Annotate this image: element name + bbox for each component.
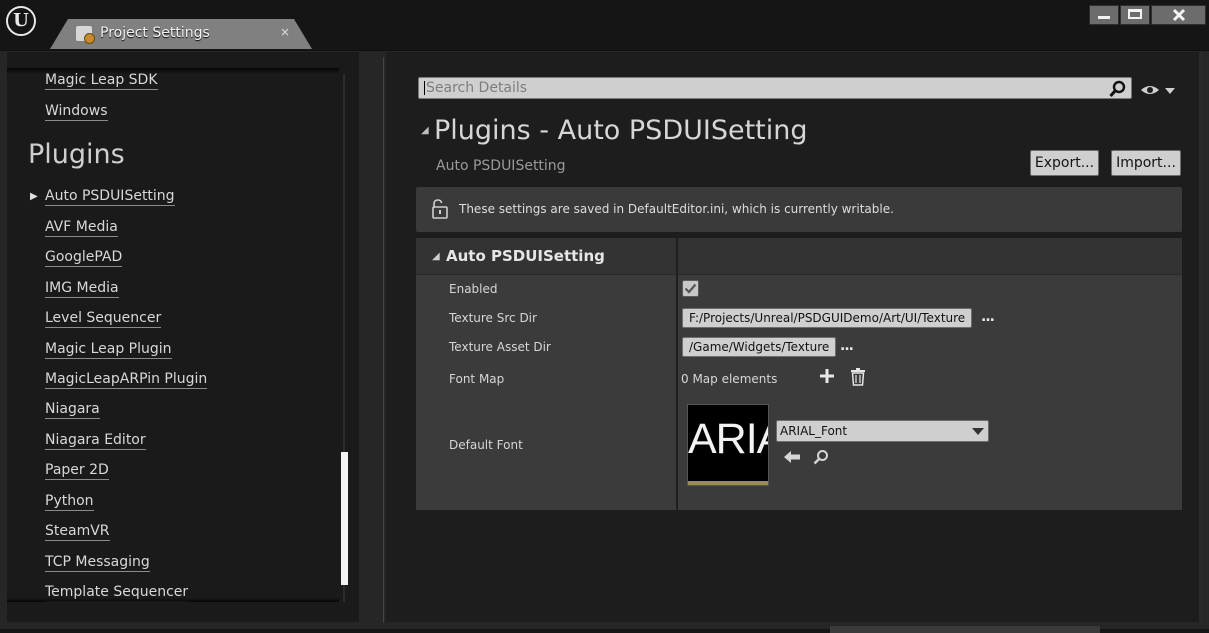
minimize-icon — [1098, 15, 1110, 19]
scroll-shadow — [7, 598, 339, 602]
default-font-combo[interactable]: ARIAL_Font — [776, 420, 989, 442]
category-title: Auto PSDUISetting — [446, 247, 605, 265]
search-icon[interactable] — [1109, 80, 1127, 98]
sidebar-item-paper-2d[interactable]: Paper 2D — [45, 462, 109, 480]
property-label-enabled: Enabled — [449, 282, 498, 296]
minimize-button[interactable] — [1089, 5, 1119, 25]
tab-title: Project Settings — [100, 25, 210, 41]
page-subtitle: Auto PSDUISetting — [436, 158, 566, 174]
unreal-logo-icon[interactable]: U — [6, 6, 36, 36]
sidebar-item-level-sequencer[interactable]: Level Sequencer — [45, 310, 162, 328]
settings-icon — [76, 26, 95, 44]
tab-project-settings[interactable]: Project Settings × — [50, 19, 312, 49]
sidebar-item-niagara[interactable]: Niagara — [45, 401, 100, 419]
sidebar-item-windows[interactable]: Windows — [45, 103, 108, 121]
texture-asset-dir-field[interactable]: /Game/Widgets/Texture — [682, 337, 837, 357]
details-panel: Search Details ◢ Plugins - Auto PSDUISet… — [386, 52, 1202, 622]
close-icon — [1172, 8, 1185, 22]
notice-text: These settings are saved in DefaultEdito… — [459, 202, 894, 216]
asset-type-bar — [688, 481, 768, 485]
search-details-input[interactable]: Search Details — [418, 77, 1132, 99]
sidebar-item-tcp-messaging[interactable]: TCP Messaging — [45, 554, 150, 572]
texture-src-dir-field[interactable]: F:/Projects/Unreal/PSDGUIDemo/Art/UI/Tex… — [682, 308, 973, 328]
sidebar-item-magic-leap-sdk[interactable]: Magic Leap SDK — [45, 72, 158, 90]
trash-icon[interactable] — [850, 368, 866, 386]
property-label-texture-asset-dir: Texture Asset Dir — [449, 340, 551, 354]
export-button[interactable]: Export... — [1030, 150, 1099, 176]
browse-folder-button[interactable]: ... — [981, 309, 995, 325]
settings-sidebar: Magic Leap SDK Windows Plugins ▶ Auto PS… — [7, 52, 359, 622]
property-label-default-font: Default Font — [449, 438, 523, 452]
project-settings-frame: Magic Leap SDK Windows Plugins ▶ Auto PS… — [0, 50, 1209, 629]
collapse-arrow-icon[interactable]: ◢ — [421, 125, 429, 136]
collapse-arrow-icon[interactable]: ◢ — [432, 251, 440, 262]
default-font-value: ARIAL_Font — [780, 424, 848, 438]
text-caret — [424, 81, 425, 95]
scroll-shadow — [7, 68, 339, 74]
property-label-font-map: Font Map — [449, 372, 505, 386]
checkmark-icon — [684, 283, 697, 294]
dropdown-arrow-icon — [972, 428, 984, 435]
scrollbar-thumb[interactable] — [341, 452, 348, 585]
close-button[interactable] — [1151, 5, 1206, 25]
sidebar-item-steamvr[interactable]: SteamVR — [45, 523, 110, 541]
thumbnail-text: ARIAL — [688, 415, 768, 463]
tab-close-icon[interactable]: × — [280, 25, 290, 39]
browse-search-icon[interactable] — [813, 449, 829, 465]
maximize-button[interactable] — [1120, 5, 1150, 25]
panel-edge — [1199, 52, 1202, 622]
search-placeholder: Search Details — [426, 80, 528, 96]
page-title: Plugins - Auto PSDUISetting — [434, 115, 808, 146]
config-notice-banner: These settings are saved in DefaultEdito… — [416, 187, 1182, 232]
title-bar: U Project Settings × — [0, 0, 1209, 50]
view-options-eye-icon[interactable] — [1140, 83, 1176, 97]
use-selected-arrow-icon[interactable] — [783, 449, 801, 465]
font-map-count: 0 Map elements — [681, 372, 778, 386]
panel-splitter[interactable] — [383, 57, 384, 623]
add-element-icon[interactable] — [818, 367, 836, 385]
sidebar-item-magicleaparpin-plugin[interactable]: MagicLeapARPin Plugin — [45, 371, 208, 389]
import-button[interactable]: Import... — [1111, 150, 1181, 176]
expand-arrow-icon[interactable]: ▶ — [30, 191, 38, 202]
sidebar-item-avf-media[interactable]: AVF Media — [45, 219, 118, 237]
browse-folder-button[interactable]: ... — [840, 338, 854, 354]
font-asset-thumbnail[interactable]: ARIAL — [687, 404, 769, 486]
category-auto-psduisetting: ◢ Auto PSDUISetting Enabled Texture Src … — [416, 238, 1182, 510]
enabled-checkbox[interactable] — [682, 280, 699, 297]
sidebar-item-auto-psduisetting[interactable]: Auto PSDUISetting — [45, 188, 175, 206]
sidebar-item-img-media[interactable]: IMG Media — [45, 280, 119, 298]
property-label-texture-src-dir: Texture Src Dir — [449, 311, 537, 325]
category-header[interactable]: ◢ Auto PSDUISetting — [416, 238, 1182, 275]
column-splitter[interactable] — [676, 238, 678, 510]
sidebar-item-googlepad[interactable]: GooglePAD — [45, 249, 123, 267]
sidebar-section-plugins: Plugins — [28, 139, 125, 170]
maximize-icon — [1128, 9, 1142, 19]
sidebar-item-python[interactable]: Python — [45, 493, 94, 511]
sidebar-item-niagara-editor[interactable]: Niagara Editor — [45, 432, 146, 450]
unlock-icon — [432, 199, 448, 219]
background-window-strip — [830, 626, 1100, 633]
sidebar-item-magic-leap-plugin[interactable]: Magic Leap Plugin — [45, 341, 172, 359]
